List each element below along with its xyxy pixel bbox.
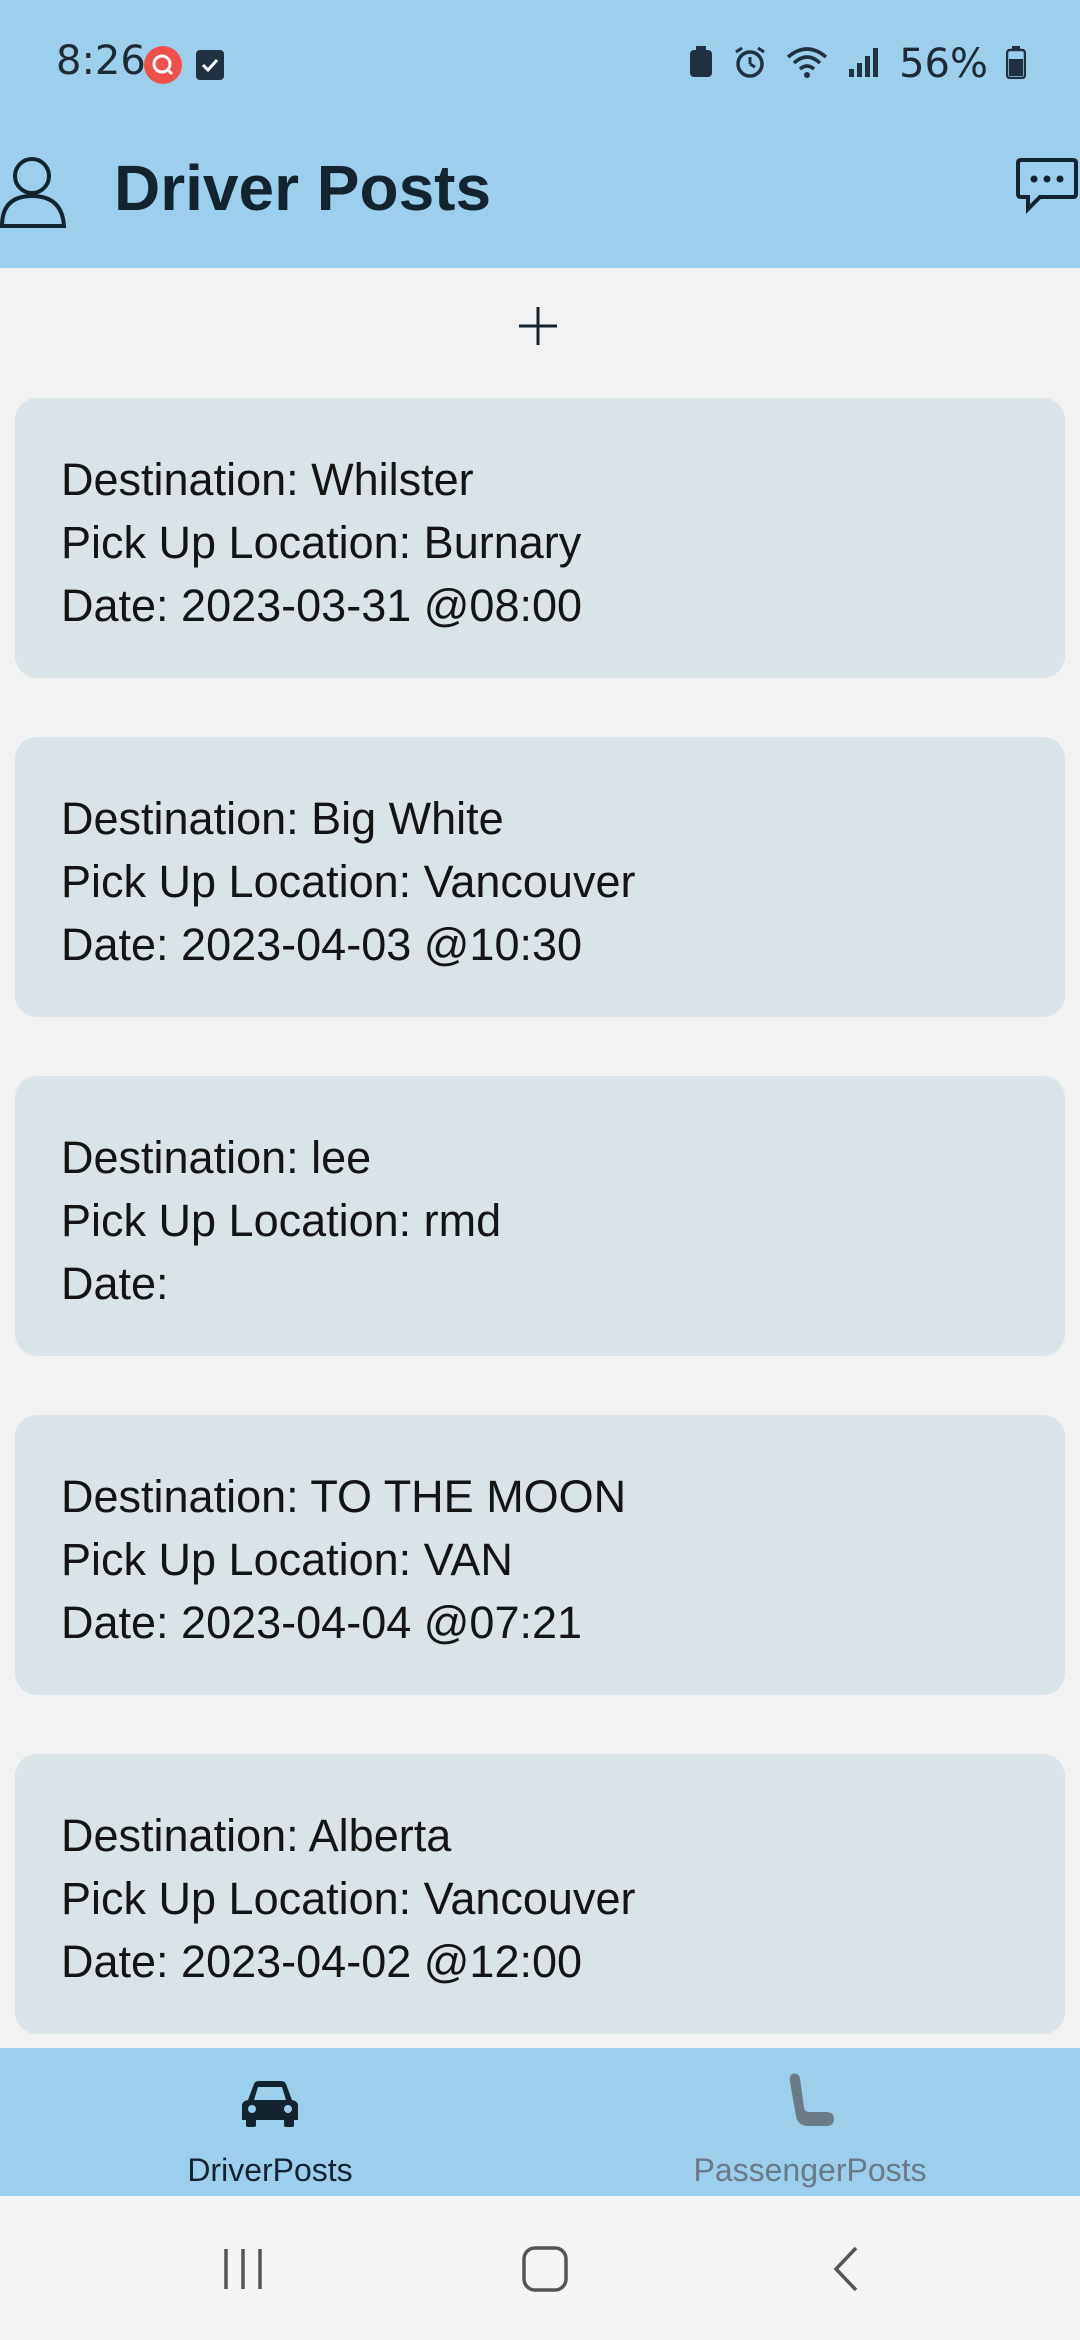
car-icon	[238, 2070, 302, 2134]
recents-icon	[218, 2244, 268, 2299]
back-button[interactable]	[812, 2236, 882, 2306]
home-button[interactable]	[510, 2236, 580, 2306]
recents-button[interactable]	[208, 2236, 278, 2306]
post-date: Date: 2023-04-02 @12:00	[61, 1936, 583, 1987]
nav-passenger-posts[interactable]: PassengerPosts	[540, 2048, 1080, 2196]
system-nav-bar	[0, 2196, 1080, 2340]
status-bar: 8:26 56%	[0, 0, 1080, 130]
alarm-icon	[733, 45, 767, 84]
post-date: Date: 2023-03-31 @08:00	[61, 580, 583, 631]
nav-label: PassengerPosts	[693, 2152, 927, 2188]
post-card[interactable]: Destination: lee Pick Up Location: rmd D…	[15, 1076, 1065, 1356]
battery-saver-icon	[687, 45, 715, 84]
post-destination: Destination: Whilster	[61, 454, 474, 505]
post-pickup: Pick Up Location: Vancouver	[61, 1873, 636, 1924]
post-pickup: Pick Up Location: rmd	[61, 1195, 502, 1246]
home-icon	[520, 2244, 570, 2299]
seat-icon	[778, 2070, 842, 2134]
post-date: Date:	[61, 1258, 169, 1309]
post-card[interactable]: Destination: TO THE MOON Pick Up Locatio…	[15, 1415, 1065, 1695]
nav-label: DriverPosts	[187, 2152, 353, 2188]
plus-icon	[516, 304, 560, 353]
nav-driver-posts[interactable]: DriverPosts	[0, 2048, 540, 2196]
post-destination: Destination: lee	[61, 1132, 372, 1183]
post-pickup: Pick Up Location: Burnary	[61, 517, 582, 568]
app-bar: Driver Posts	[0, 130, 1080, 268]
back-icon	[822, 2244, 872, 2299]
battery-percent: 56%	[899, 41, 988, 87]
add-post-button[interactable]	[510, 300, 566, 356]
post-destination: Destination: Alberta	[61, 1810, 452, 1861]
status-time: 8:26	[56, 38, 146, 84]
search-icon	[144, 46, 182, 84]
checkbox-icon	[196, 50, 224, 80]
post-date: Date: 2023-04-04 @07:21	[61, 1597, 583, 1648]
post-destination: Destination: TO THE MOON	[61, 1471, 627, 1522]
page-title: Driver Posts	[114, 152, 492, 224]
signal-icon	[847, 45, 881, 84]
post-card[interactable]: Destination: Whilster Pick Up Location: …	[15, 398, 1065, 678]
profile-icon[interactable]	[0, 150, 70, 230]
battery-icon	[1005, 45, 1027, 84]
post-pickup: Pick Up Location: VAN	[61, 1534, 513, 1585]
post-destination: Destination: Big White	[61, 793, 504, 844]
chat-icon[interactable]	[1016, 154, 1078, 216]
status-icons: 56%	[687, 36, 1027, 92]
post-pickup: Pick Up Location: Vancouver	[61, 856, 636, 907]
bottom-nav: DriverPosts PassengerPosts	[0, 2048, 1080, 2196]
post-date: Date: 2023-04-03 @10:30	[61, 919, 583, 970]
post-card[interactable]: Destination: Big White Pick Up Location:…	[15, 737, 1065, 1017]
post-card[interactable]: Destination: Alberta Pick Up Location: V…	[15, 1754, 1065, 2034]
wifi-icon	[785, 45, 829, 84]
